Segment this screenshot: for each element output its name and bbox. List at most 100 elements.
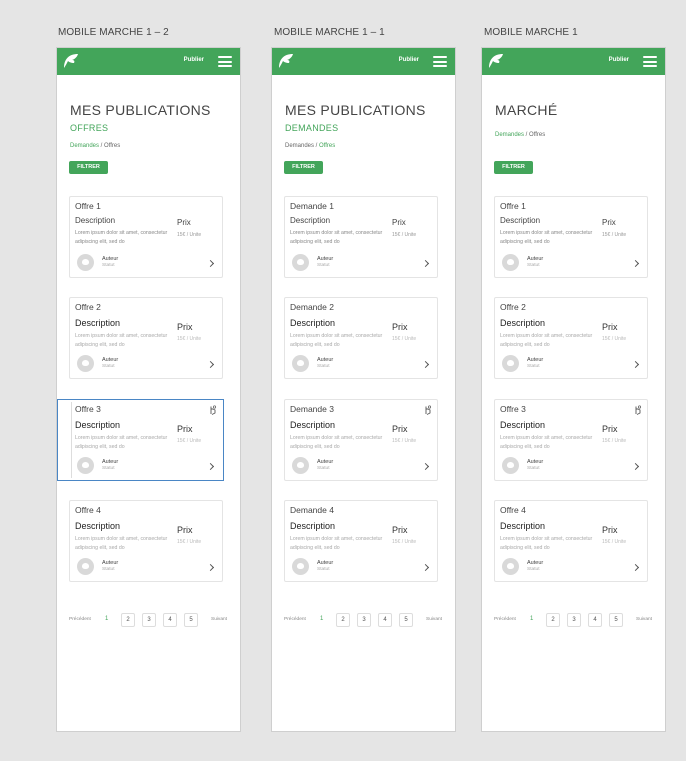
- pagination-page-current[interactable]: 1: [105, 616, 108, 622]
- pagination-page[interactable]: 2: [546, 613, 560, 627]
- card-description-text: Lorem ipsum dolor sit amet, consectetur …: [75, 435, 168, 450]
- chevron-right-icon[interactable]: [631, 259, 640, 268]
- publication-card[interactable]: Offre 1 Description Lorem ipsum dolor si…: [69, 196, 223, 278]
- hamburger-menu-icon[interactable]: [218, 56, 232, 67]
- card-description-text: Lorem ipsum dolor sit amet, consectetur …: [500, 536, 593, 551]
- pagination-page-current[interactable]: 1: [320, 616, 323, 622]
- user-avatar-icon: [292, 558, 309, 575]
- card-author: Auteur: [102, 256, 119, 262]
- publication-card[interactable]: Demande 2 Description Lorem ipsum dolor …: [284, 297, 438, 379]
- chevron-right-icon[interactable]: [421, 259, 430, 268]
- touch-hand-icon: [635, 405, 642, 415]
- pagination-page[interactable]: 3: [142, 613, 156, 627]
- publication-card[interactable]: Demande 4 Description Lorem ipsum dolor …: [284, 500, 438, 582]
- chevron-right-icon[interactable]: [206, 360, 215, 369]
- publication-card[interactable]: Offre 4 Description Lorem ipsum dolor si…: [494, 500, 648, 582]
- breadcrumb-demandes[interactable]: Demandes: [285, 143, 314, 149]
- publication-card[interactable]: Offre 1 Description Lorem ipsum dolor si…: [494, 196, 648, 278]
- breadcrumb-offres[interactable]: Offres: [104, 143, 120, 149]
- pagination-page-current[interactable]: 1: [530, 616, 533, 622]
- card-description-text: Lorem ipsum dolor sit amet, consectetur …: [500, 333, 593, 348]
- card-description-text: Lorem ipsum dolor sit amet, consectetur …: [290, 333, 383, 348]
- card-description-heading: Description: [500, 318, 546, 328]
- card-unit-price: 15€ / Unite: [392, 336, 417, 342]
- chevron-right-icon[interactable]: [421, 360, 430, 369]
- page-title: MARCHÉ: [495, 102, 558, 118]
- pagination-next[interactable]: Suivant: [636, 617, 652, 622]
- breadcrumb-demandes[interactable]: Demandes: [70, 143, 99, 149]
- pagination-page[interactable]: 2: [121, 613, 135, 627]
- artboard-label: MOBILE MARCHE 1 – 1: [274, 27, 385, 38]
- chevron-right-icon[interactable]: [206, 563, 215, 572]
- publication-card[interactable]: Offre 3 Description Lorem ipsum dolor si…: [494, 399, 648, 481]
- card-unit-price: 15€ / Unite: [602, 539, 627, 545]
- pagination-page[interactable]: 5: [184, 613, 198, 627]
- hamburger-menu-icon[interactable]: [643, 56, 657, 67]
- pagination-next[interactable]: Suivant: [426, 617, 442, 622]
- hamburger-menu-icon[interactable]: [433, 56, 447, 67]
- pagination-previous[interactable]: Précédent: [69, 617, 91, 622]
- publish-button[interactable]: Publier: [184, 57, 204, 63]
- publish-button[interactable]: Publier: [609, 57, 629, 63]
- card-title: Offre 1: [75, 201, 101, 211]
- card-description-heading: Description: [500, 420, 546, 430]
- breadcrumb-demandes[interactable]: Demandes: [495, 132, 524, 138]
- leaf-logo-icon[interactable]: [486, 51, 506, 71]
- filter-button[interactable]: FILTRER: [284, 161, 323, 174]
- pagination-previous[interactable]: Précédent: [284, 617, 306, 622]
- chevron-right-icon[interactable]: [631, 462, 640, 471]
- card-unit-price: 15€ / Unite: [602, 438, 627, 444]
- card-unit-price: 15€ / Unite: [392, 438, 417, 444]
- card-description-heading: Description: [290, 318, 336, 328]
- chevron-right-icon[interactable]: [206, 259, 215, 268]
- publication-card[interactable]: Offre 2 Description Lorem ipsum dolor si…: [69, 297, 223, 379]
- card-price-label: Prix: [602, 218, 616, 227]
- user-avatar-icon: [502, 558, 519, 575]
- artboard-label: MOBILE MARCHE 1 – 2: [58, 27, 169, 38]
- card-status: Statut: [102, 263, 115, 268]
- pagination-page[interactable]: 3: [567, 613, 581, 627]
- breadcrumb-offres[interactable]: Offres: [319, 143, 335, 149]
- card-description-heading: Description: [75, 420, 121, 430]
- filter-button[interactable]: FILTRER: [69, 161, 108, 174]
- card-title: Offre 2: [75, 302, 101, 312]
- pagination-page[interactable]: 5: [609, 613, 623, 627]
- user-avatar-icon: [77, 558, 94, 575]
- card-description-text: Lorem ipsum dolor sit amet, consectetur …: [500, 230, 593, 245]
- card-price-label: Prix: [392, 218, 406, 227]
- card-price-label: Prix: [177, 322, 193, 332]
- card-description-heading: Description: [75, 521, 121, 531]
- chevron-right-icon[interactable]: [421, 462, 430, 471]
- chevron-right-icon[interactable]: [206, 462, 215, 471]
- card-author: Auteur: [527, 357, 544, 363]
- pagination-page[interactable]: 2: [336, 613, 350, 627]
- pagination-previous[interactable]: Précédent: [494, 617, 516, 622]
- chevron-right-icon[interactable]: [631, 360, 640, 369]
- user-avatar-icon: [77, 457, 94, 474]
- page-title: MES PUBLICATIONS: [285, 102, 426, 118]
- filter-button[interactable]: FILTRER: [494, 161, 533, 174]
- leaf-logo-icon[interactable]: [61, 51, 81, 71]
- pagination-page[interactable]: 4: [588, 613, 602, 627]
- pagination-page[interactable]: 4: [378, 613, 392, 627]
- publish-button[interactable]: Publier: [399, 57, 419, 63]
- publication-card[interactable]: Demande 3 Description Lorem ipsum dolor …: [284, 399, 438, 481]
- leaf-logo-icon[interactable]: [276, 51, 296, 71]
- pagination-page[interactable]: 5: [399, 613, 413, 627]
- card-description-text: Lorem ipsum dolor sit amet, consectetur …: [290, 435, 383, 450]
- publication-card[interactable]: Demande 1 Description Lorem ipsum dolor …: [284, 196, 438, 278]
- chevron-right-icon[interactable]: [421, 563, 430, 572]
- pagination-page[interactable]: 4: [163, 613, 177, 627]
- card-status: Statut: [102, 466, 115, 471]
- pagination-page[interactable]: 3: [357, 613, 371, 627]
- breadcrumb-offres[interactable]: Offres: [529, 132, 545, 138]
- publication-card[interactable]: Offre 2 Description Lorem ipsum dolor si…: [494, 297, 648, 379]
- card-title: Offre 3: [500, 404, 526, 414]
- card-author: Auteur: [527, 459, 544, 465]
- publication-card-selected[interactable]: Offre 3 Description Lorem ipsum dolor si…: [57, 399, 224, 481]
- card-status: Statut: [527, 364, 540, 369]
- card-description-text: Lorem ipsum dolor sit amet, consectetur …: [500, 435, 593, 450]
- chevron-right-icon[interactable]: [631, 563, 640, 572]
- pagination-next[interactable]: Suivant: [211, 617, 227, 622]
- publication-card[interactable]: Offre 4 Description Lorem ipsum dolor si…: [69, 500, 223, 582]
